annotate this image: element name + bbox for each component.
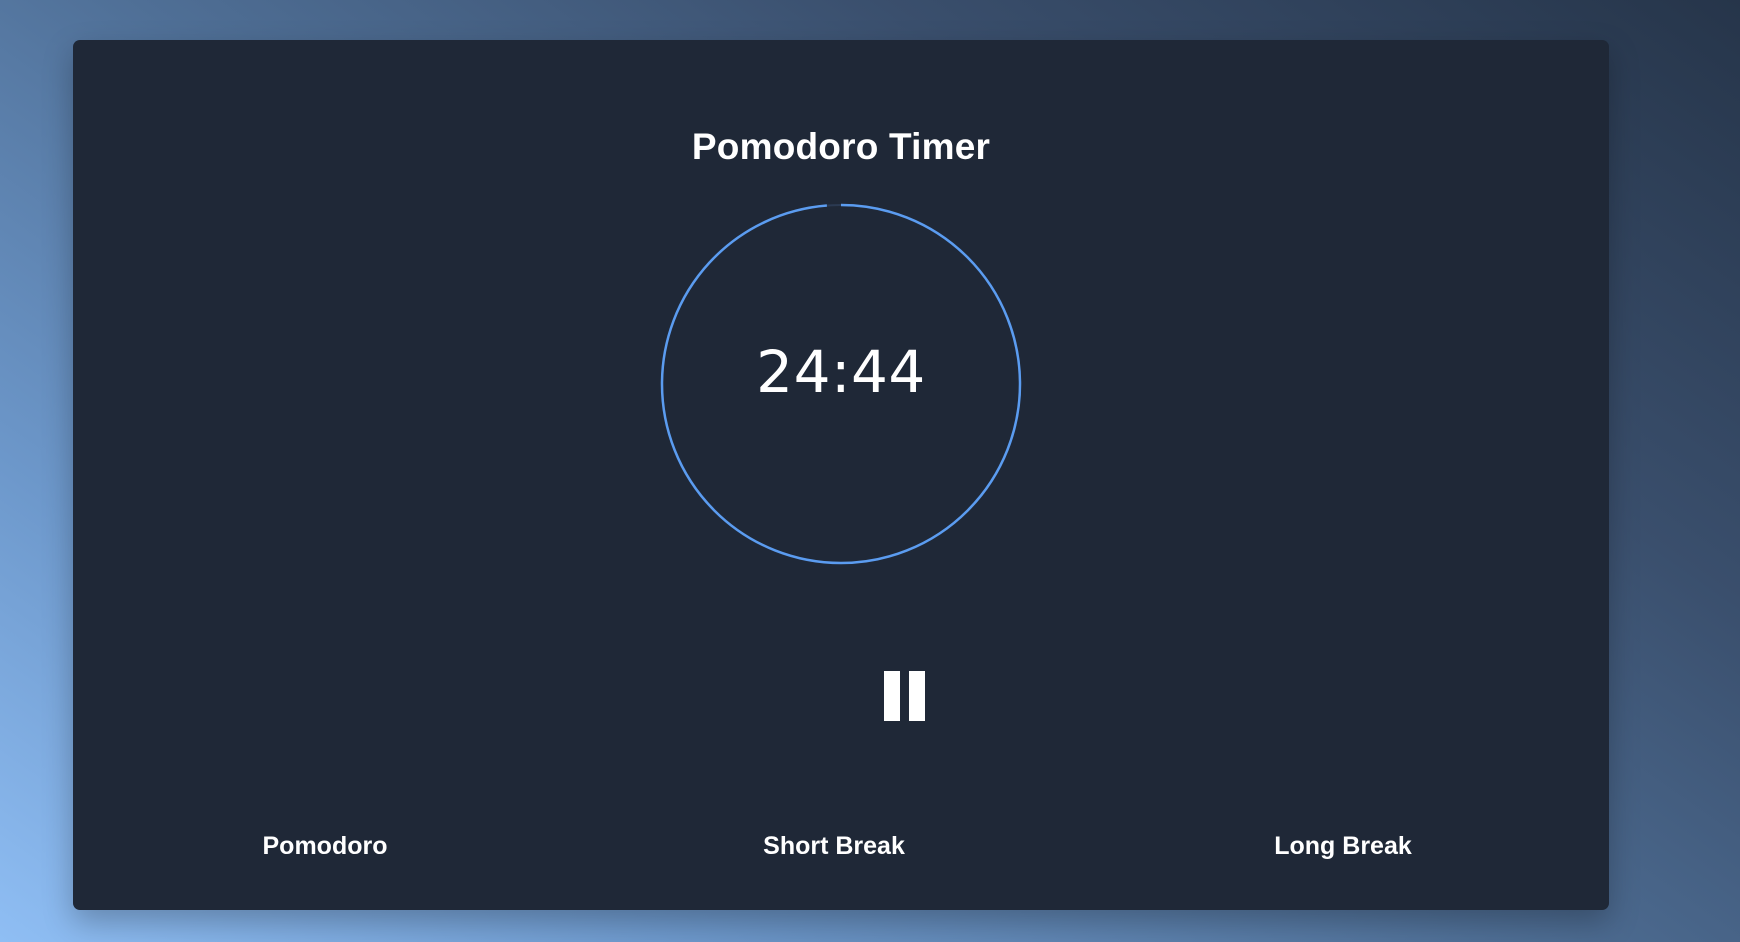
tab-pomodoro[interactable]: Pomodoro [195,824,455,868]
pause-icon [909,671,925,721]
tab-short-break[interactable]: Short Break [704,824,964,868]
mode-tabs: Pomodoro Short Break Long Break [73,824,1609,868]
pause-button[interactable] [881,667,933,725]
pause-icon [884,671,900,721]
tab-long-break[interactable]: Long Break [1213,824,1473,868]
app-title: Pomodoro Timer [691,126,991,167]
time-remaining: 24:44 [756,338,926,406]
pomodoro-card: Pomodoro Timer 24:44 Pomodoro Short Brea… [73,40,1609,910]
